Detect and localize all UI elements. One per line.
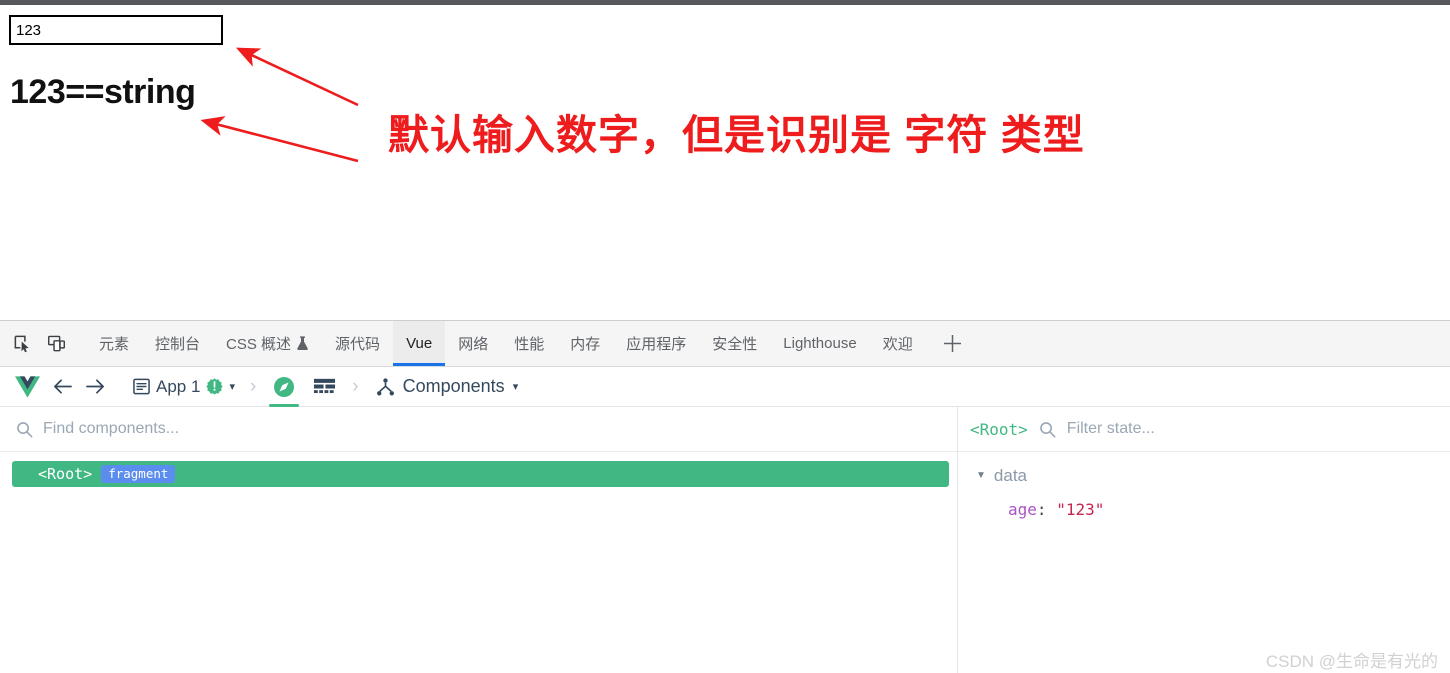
view-selector-components[interactable]: Components ▾ [368, 369, 527, 405]
find-components-input[interactable]: Find components... [43, 420, 179, 438]
tab-security[interactable]: 安全性 [699, 321, 770, 366]
tab-welcome[interactable]: 欢迎 [870, 321, 926, 366]
watermark: CSDN @生命是有光的 [1265, 652, 1438, 671]
breadcrumb-separator-2: › [352, 375, 359, 397]
state-pane-header: <Root> Filter state... [958, 407, 1450, 452]
state-group-label: data [993, 466, 1027, 485]
tab-label: 安全性 [712, 336, 758, 353]
filter-state-input[interactable]: Filter state... [1067, 420, 1155, 438]
filter-search-icon [1039, 421, 1056, 438]
tab-label: 元素 [99, 336, 130, 353]
component-tree-icon [376, 377, 395, 397]
back-button[interactable] [47, 370, 78, 404]
arrow-right-icon [86, 379, 104, 394]
vue-devtools-toolbar: App 1 ▾ › › Components ▾ [0, 367, 1450, 407]
chevron-down-icon: ▾ [229, 381, 235, 393]
arrow-left-icon [54, 379, 72, 394]
breadcrumb-separator: › [249, 375, 257, 397]
tab-label: 内存 [570, 336, 601, 353]
tab-label: 源代码 [335, 336, 381, 353]
add-tab-button[interactable] [936, 327, 970, 361]
tab-label: 欢迎 [882, 336, 913, 353]
tree-node-root[interactable]: <Root> fragment [12, 461, 949, 487]
age-input[interactable] [9, 15, 223, 45]
flask-icon [296, 336, 309, 351]
annotation-arrows [200, 47, 359, 163]
annotation-text: 默认输入数字，但是识别是 字符 类型 [388, 112, 1085, 158]
tree-node-tag: <Root> [38, 465, 93, 483]
components-pane: Find components... <Root> fragment [0, 407, 958, 673]
state-prop-age[interactable]: age: "123" [1008, 500, 1450, 519]
state-prop-separator: : [1036, 500, 1047, 519]
tab-label: Lighthouse [783, 335, 857, 352]
vue-devtools-body: Find components... <Root> fragment <Root… [0, 407, 1450, 673]
state-prop-value[interactable]: "123" [1056, 500, 1104, 519]
state-content: ▼ data age: "123" [958, 452, 1450, 519]
tab-memory[interactable]: 内存 [557, 321, 613, 366]
find-components-row[interactable]: Find components... [0, 407, 957, 452]
result-text: 123==string [10, 73, 196, 111]
plus-icon [944, 335, 962, 352]
tab-vue[interactable]: Vue [393, 321, 446, 366]
tab-label: 性能 [514, 336, 545, 353]
tab-network[interactable]: 网络 [445, 321, 501, 366]
devtools-tabbar: 元素 控制台 CSS 概述 源代码 Vue 网络 性能 内存 应用程序 安全性 … [0, 321, 1450, 367]
forward-button[interactable] [80, 370, 111, 404]
tab-label: Vue [406, 335, 433, 352]
state-prop-key: age [1008, 500, 1037, 519]
components-compass-icon[interactable] [265, 368, 303, 407]
tab-label: CSS 概述 [226, 336, 292, 353]
selected-component-label: <Root> [970, 419, 1028, 439]
tab-application[interactable]: 应用程序 [613, 321, 699, 366]
device-toolbar-icon[interactable] [40, 329, 72, 359]
inspect-element-icon[interactable] [6, 329, 38, 359]
tab-label: 网络 [458, 336, 489, 353]
tab-sources[interactable]: 源代码 [322, 321, 393, 366]
screenshot-root: 123==string 默认输入数字，但是识别是 字符 类型 [0, 0, 1450, 673]
state-pane: <Root> Filter state... ▼ data age: "123"… [958, 407, 1450, 673]
tab-css-overview[interactable]: CSS 概述 [213, 321, 322, 366]
timeline-grid-icon[interactable] [305, 368, 343, 406]
state-group-data[interactable]: ▼ data [976, 466, 1450, 486]
triangle-down-icon: ▼ [976, 470, 986, 481]
tab-elements[interactable]: 元素 [86, 321, 142, 366]
tab-lighthouse[interactable]: Lighthouse [770, 321, 869, 366]
tab-console[interactable]: 控制台 [142, 321, 213, 366]
component-tree: <Root> fragment [0, 452, 957, 487]
tab-label: 控制台 [155, 336, 201, 353]
tab-performance[interactable]: 性能 [501, 321, 557, 366]
app-window-icon [133, 378, 150, 395]
devtools-panel: 元素 控制台 CSS 概述 源代码 Vue 网络 性能 内存 应用程序 安全性 … [0, 320, 1450, 673]
app-name-label: App 1 [156, 376, 201, 396]
chevron-down-icon-2: ▾ [512, 381, 519, 393]
search-icon [16, 421, 33, 438]
app-selector[interactable]: App 1 ▾ [129, 369, 241, 405]
tree-node-badge: fragment [101, 465, 176, 483]
app-warning-badge-icon [206, 378, 224, 395]
view-selector-label: Components [402, 376, 505, 396]
tab-label: 应用程序 [626, 336, 687, 353]
vue-logo-icon [10, 370, 45, 404]
web-page-content: 123==string 默认输入数字，但是识别是 字符 类型 [0, 5, 1450, 320]
